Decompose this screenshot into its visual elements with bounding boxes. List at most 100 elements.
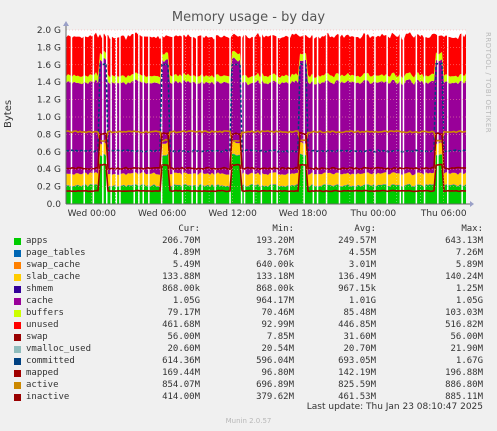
legend-row: buffers 79.17M 70.46M 85.48M 103.03M <box>0 308 497 320</box>
legend-value-avg: 3.01M <box>348 260 376 270</box>
y-tick-label: 0.6 G <box>37 148 61 158</box>
legend-value-cur: 79.17M <box>167 308 200 318</box>
legend-series-name: unused <box>26 320 59 330</box>
legend-swatch <box>14 382 21 389</box>
data-gap <box>415 30 418 204</box>
legend-value-avg: 461.53M <box>338 392 376 402</box>
legend-value-avg: 4.55M <box>348 248 376 258</box>
legend-row: slab_cache 133.88M 133.18M 136.49M 140.24M <box>0 272 497 284</box>
legend-header: Cur: Min: Avg: Max: <box>0 224 497 235</box>
legend-series-name: cache <box>26 296 54 306</box>
data-gap <box>70 30 73 204</box>
legend-series-name: swap_cache <box>26 260 81 270</box>
legend-col-min: Min: <box>272 224 294 234</box>
legend-row: cache 1.05G 964.17M 1.01G 1.05G <box>0 296 497 308</box>
legend-swatch <box>14 262 21 269</box>
data-gap <box>172 30 174 204</box>
legend-row: active 854.07M 696.89M 825.59M 886.80M <box>0 380 497 392</box>
y-tick-label: 1.4 G <box>37 78 61 88</box>
legend-value-avg: 825.59M <box>338 380 376 390</box>
legend-swatch <box>14 346 21 353</box>
legend-row: page_tables 4.89M 3.76M 4.55M 7.26M <box>0 248 497 260</box>
legend-value-max: 516.82M <box>445 320 483 330</box>
legend-series-name: inactive <box>26 392 70 402</box>
legend-swatch <box>14 370 21 377</box>
legend-value-max: 21.90M <box>450 344 483 354</box>
legend-value-cur: 868.00k <box>162 284 200 294</box>
legend-value-max: 7.26M <box>455 248 483 258</box>
x-tick-labels: Wed 00:00 Wed 06:00 Wed 12:00 Wed 18:00 Thu … <box>68 209 467 219</box>
legend-swatch <box>14 322 21 329</box>
legend-row: apps 206.70M 193.20M 249.57M 643.13M <box>0 236 497 248</box>
legend-value-avg: 31.60M <box>343 332 376 342</box>
legend-value-cur: 614.36M <box>162 356 200 366</box>
legend-value-max: 643.13M <box>445 236 483 246</box>
legend-value-min: 7.85M <box>266 332 294 342</box>
data-gap <box>271 30 273 204</box>
y-tick-label: 1.0 G <box>37 113 61 123</box>
legend-value-cur: 414.00M <box>162 392 200 402</box>
legend-value-avg: 85.48M <box>343 308 376 318</box>
legend-series-name: shmem <box>26 284 54 294</box>
y-tick-label: 1.6 G <box>37 61 61 71</box>
legend-value-cur: 854.07M <box>162 380 200 390</box>
legend-value-min: 964.17M <box>256 296 294 306</box>
legend-value-min: 696.89M <box>256 380 294 390</box>
legend-value-avg: 249.57M <box>338 236 376 246</box>
legend-value-max: 1.05G <box>455 296 483 306</box>
legend-value-max: 885.11M <box>445 392 483 402</box>
legend-value-max: 140.24M <box>445 272 483 282</box>
legend-value-cur: 133.88M <box>162 272 200 282</box>
y-tick-label: 0.0 <box>47 200 62 210</box>
legend-row: unused 461.68M 92.99M 446.85M 516.82M <box>0 320 497 332</box>
legend-value-avg: 142.19M <box>338 368 376 378</box>
legend-value-avg: 693.05M <box>338 356 376 366</box>
legend-value-cur: 4.89M <box>172 248 200 258</box>
legend-value-min: 379.62M <box>256 392 294 402</box>
y-tick-label: 2.0 G <box>37 26 61 36</box>
legend-value-avg: 20.70M <box>343 344 376 354</box>
legend-value-min: 640.00k <box>256 260 294 270</box>
legend-row: swap 56.00M 7.85M 31.60M 56.00M <box>0 332 497 344</box>
data-gap <box>133 30 135 204</box>
legend-row: shmem 868.00k 868.00k 967.15k 1.25M <box>0 284 497 296</box>
legend-value-min: 596.04M <box>256 356 294 366</box>
legend-value-avg: 967.15k <box>338 284 376 294</box>
x-tick-label: Thu 06:00 <box>420 209 467 219</box>
y-tick-label: 1.8 G <box>37 43 61 53</box>
munin-version: Munin 2.0.57 <box>225 417 272 425</box>
legend-col-cur: Cur: <box>178 224 200 234</box>
data-gap <box>115 30 118 204</box>
legend-value-cur: 5.49M <box>172 260 200 270</box>
legend-value-max: 1.25M <box>455 284 483 294</box>
legend-series-name: apps <box>26 236 48 246</box>
legend-value-cur: 1.05G <box>172 296 200 306</box>
legend-value-max: 103.03M <box>445 308 483 318</box>
legend-series-name: active <box>26 380 59 390</box>
legend-swatch <box>14 274 21 281</box>
y-tick-label: 0.2 G <box>37 183 61 193</box>
legend-value-max: 5.89M <box>455 260 483 270</box>
legend-swatch <box>14 286 21 293</box>
legend-swatch <box>14 298 21 305</box>
legend-value-avg: 136.49M <box>338 272 376 282</box>
legend-series-name: mapped <box>26 368 59 378</box>
x-tick-label: Thu 00:00 <box>349 209 396 219</box>
data-gap <box>423 30 426 204</box>
legend-series-name: swap <box>26 332 48 342</box>
legend-series-name: committed <box>26 356 75 366</box>
y-tick-label: 0.4 G <box>37 165 61 175</box>
legend-value-min: 20.54M <box>261 344 294 354</box>
x-axis-arrow-icon <box>470 201 474 207</box>
legend-value-cur: 206.70M <box>162 236 200 246</box>
legend-swatch <box>14 238 21 245</box>
legend-value-cur: 169.44M <box>162 368 200 378</box>
legend-col-max: Max: <box>461 224 483 234</box>
legend-value-max: 886.80M <box>445 380 483 390</box>
legend-row: vmalloc_used 20.60M 20.54M 20.70M 21.90M <box>0 344 497 356</box>
legend-value-min: 70.46M <box>261 308 294 318</box>
x-tick-label: Wed 12:00 <box>208 209 257 219</box>
data-gap <box>243 30 246 204</box>
legend-row: mapped 169.44M 96.80M 142.19M 196.88M <box>0 368 497 380</box>
legend-series-name: buffers <box>26 308 64 318</box>
